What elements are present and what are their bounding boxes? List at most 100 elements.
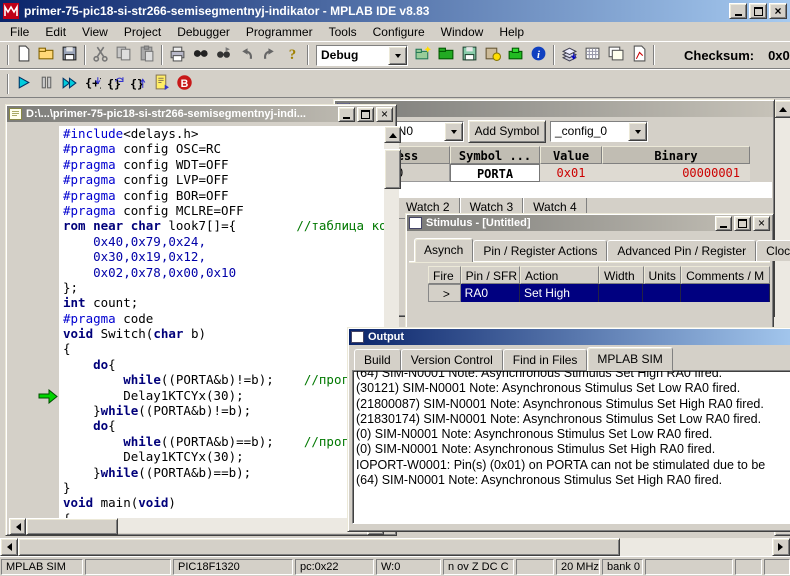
find-button[interactable]: [189, 44, 212, 66]
scroll-left-icon[interactable]: [0, 538, 18, 556]
toolbar-handle[interactable]: [7, 73, 9, 94]
log-line[interactable]: (21800087) SIM-N0001 Note: Asynchronous …: [356, 397, 790, 412]
stimulus-table-header[interactable]: Fire Pin / SFR Action Width Units Comments / …: [428, 266, 771, 284]
column-header-fire[interactable]: Fire: [428, 266, 461, 284]
new-file-button[interactable]: [12, 44, 35, 66]
stimulus-table-row[interactable]: > RA0 Set High: [428, 284, 770, 302]
paste-button[interactable]: [135, 44, 158, 66]
add-symbol-button[interactable]: Add Symbol: [468, 119, 546, 143]
column-header-comments-m[interactable]: Comments / M: [681, 266, 771, 284]
scroll-left-icon[interactable]: [9, 518, 26, 535]
log-line[interactable]: (21830174) SIM-N0001 Note: Asynchronous …: [356, 412, 790, 427]
log-line[interactable]: (30121) SIM-N0001 Note: Asynchronous Sti…: [356, 381, 790, 396]
tab-pin-register-actions[interactable]: Pin / Register Actions: [473, 240, 608, 261]
tab-advanced-pin-register[interactable]: Advanced Pin / Register: [607, 240, 757, 261]
tab-find-in-files[interactable]: Find in Files: [502, 349, 588, 370]
find-next-button[interactable]: [212, 44, 235, 66]
code-line[interactable]: do{: [63, 418, 384, 433]
editor-minimize-button[interactable]: [338, 106, 355, 122]
code-line[interactable]: {: [63, 341, 384, 356]
menu-item-view[interactable]: View: [74, 23, 116, 41]
menu-item-edit[interactable]: Edit: [37, 23, 74, 41]
editor-horizontal-scrollbar[interactable]: [9, 518, 384, 535]
log-line[interactable]: (64) SIM-N0001 Note: Asynchronous Stimul…: [356, 473, 790, 488]
editor-titlebar[interactable]: D:\...\primer-75-pic18-si-str266-semiseg…: [7, 106, 395, 122]
code-line[interactable]: 0x30,0x19,0x12,: [63, 249, 384, 264]
output-titlebar[interactable]: Output: [349, 329, 790, 345]
stimulus-cell[interactable]: Set High: [519, 284, 599, 302]
build-package-button[interactable]: [504, 44, 527, 66]
code-line[interactable]: do{: [63, 357, 384, 372]
column-header-units[interactable]: Units: [643, 266, 682, 284]
menu-item-configure[interactable]: Configure: [365, 23, 433, 41]
scrollbar-thumb[interactable]: [18, 538, 620, 556]
log-line[interactable]: (0) SIM-N0001 Note: Asynchronous Stimulu…: [356, 427, 790, 442]
code-line[interactable]: #pragma code: [63, 311, 384, 326]
code-line[interactable]: }: [63, 480, 384, 495]
code-line[interactable]: while((PORTA&b)!=b); //програ: [63, 372, 384, 387]
watch-config-select[interactable]: _config_0: [550, 120, 648, 142]
menu-item-window[interactable]: Window: [433, 23, 492, 41]
stimulus-cell[interactable]: >: [428, 284, 461, 302]
code-line[interactable]: #pragma config MCLRE=OFF: [63, 203, 384, 218]
log-line[interactable]: (64) SIM-N0001 Note: Asynchronous Stimul…: [356, 371, 790, 381]
code-line[interactable]: #pragma config BOR=OFF: [63, 188, 384, 203]
breakpoints-button[interactable]: B: [173, 73, 196, 95]
output-log[interactable]: (64) SIM-N0001 Note: Asynchronous Stimul…: [352, 370, 790, 524]
close-button[interactable]: [769, 3, 787, 19]
toolbar-handle[interactable]: [7, 45, 9, 65]
step-over-button[interactable]: {}: [104, 73, 127, 95]
program-window-button[interactable]: [604, 44, 627, 66]
column-header-symbol-[interactable]: Symbol ...: [450, 146, 540, 164]
tab-asynch[interactable]: Asynch: [414, 238, 474, 262]
new-project-button[interactable]: [412, 44, 435, 66]
watch-table-row[interactable]: F80PORTA0x0100000001: [336, 164, 772, 182]
chevron-down-icon[interactable]: [388, 45, 407, 65]
stimulus-titlebar[interactable]: Stimulus - [Untitled]: [407, 215, 772, 231]
code-line[interactable]: void main(void): [63, 495, 384, 510]
scrollbar-thumb[interactable]: [26, 518, 118, 535]
step-out-button[interactable]: {}: [127, 73, 150, 95]
code-line[interactable]: Delay1KTCYx(30);: [63, 449, 384, 464]
code-line[interactable]: {: [63, 511, 384, 518]
code-line[interactable]: }while((PORTA&b)==b);: [63, 465, 384, 480]
tab-clock-stim[interactable]: Clock Stim: [756, 240, 790, 261]
undo-button[interactable]: [235, 44, 258, 66]
tab-mplab-sim[interactable]: MPLAB SIM: [587, 347, 673, 371]
log-line[interactable]: (0) SIM-N0001 Note: Asynchronous Stimulu…: [356, 442, 790, 457]
menu-item-help[interactable]: Help: [491, 23, 532, 41]
minimize-button[interactable]: [729, 3, 747, 19]
log-line[interactable]: IOPORT-W0001: Pin(s) (0x01) on PORTA can…: [356, 458, 790, 473]
watch-cell[interactable]: 0x01: [540, 164, 602, 182]
reset-button[interactable]: [150, 73, 173, 95]
column-header-action[interactable]: Action: [519, 266, 599, 284]
open-file-button[interactable]: [35, 44, 58, 66]
stimulus-minimize-button[interactable]: [715, 215, 732, 231]
code-editor[interactable]: #include<delays.h> #pragma config OSC=RC #…: [59, 126, 384, 518]
project-settings-button[interactable]: [481, 44, 504, 66]
code-line[interactable]: Delay1KTCYx(30);: [63, 388, 384, 403]
editor-close-button[interactable]: [376, 106, 393, 122]
print-button[interactable]: [166, 44, 189, 66]
report-button[interactable]: [627, 44, 650, 66]
animate-button[interactable]: [58, 73, 81, 95]
code-line[interactable]: int count;: [63, 295, 384, 310]
menu-item-debugger[interactable]: Debugger: [169, 23, 238, 41]
stimulus-close-button[interactable]: [753, 215, 770, 231]
watch-titlebar[interactable]: Watch: [335, 101, 773, 117]
menu-item-tools[interactable]: Tools: [321, 23, 365, 41]
code-line[interactable]: #include<delays.h>: [63, 126, 384, 141]
main-titlebar[interactable]: primer-75-pic18-si-str266-semisegmentnyj…: [0, 0, 790, 22]
info-button[interactable]: i: [527, 44, 550, 66]
column-header-value[interactable]: Value: [540, 146, 602, 164]
build-configuration-select[interactable]: Debug: [316, 44, 408, 66]
scroll-right-icon[interactable]: [772, 538, 790, 556]
scroll-up-icon[interactable]: [774, 100, 790, 118]
code-line[interactable]: #pragma config OSC=RC: [63, 141, 384, 156]
column-header-pin-sfr[interactable]: Pin / SFR: [460, 266, 520, 284]
watch-cell[interactable]: PORTA: [450, 164, 540, 182]
editor-maximize-button[interactable]: [357, 106, 374, 122]
chevron-down-icon[interactable]: [628, 121, 647, 141]
scroll-up-icon[interactable]: [384, 126, 401, 143]
watch-table-header[interactable]: AddressSymbol ...ValueBinary: [336, 146, 772, 164]
